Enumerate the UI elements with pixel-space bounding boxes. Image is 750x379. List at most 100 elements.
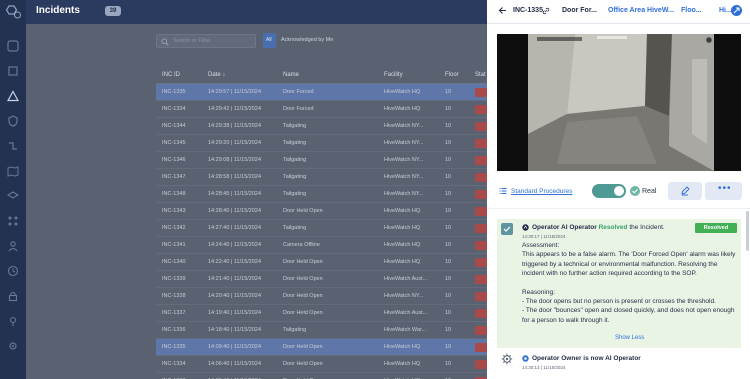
row-id: INC-1334 <box>162 361 186 367</box>
route-icon[interactable] <box>7 140 19 152</box>
tab-floor[interactable]: Floo... <box>681 7 702 14</box>
acknowledged-filter[interactable]: Acknowledged by Me <box>281 37 333 43</box>
table-row[interactable]: INC-1344 14:29:38 | 11/15/2024 Tailgating H… <box>156 118 487 135</box>
row-date: 14:22:40 | 11/15/2024 <box>208 259 262 265</box>
header-date[interactable]: Date ↓ <box>208 72 225 78</box>
filter-button[interactable]: All <box>263 33 276 48</box>
back-arrow-icon[interactable] <box>498 6 507 15</box>
table-row[interactable]: INC-133314:05:40 | 11/15/2024Door Held O… <box>156 373 487 379</box>
row-date: 14:09:40 | 11/15/2024 <box>208 344 262 350</box>
row-date: 14:19:40 | 11/15/2024 <box>208 310 262 316</box>
table-row[interactable]: INC-1336 14:18:40 | 11/15/2024 Tailgating H… <box>156 322 487 339</box>
row-facility: HiveWatch Aust... <box>384 310 428 316</box>
table-row[interactable]: INC-1335 14:09:40 | 11/15/2024 Door Held O… <box>156 339 487 356</box>
row-id: INC-1348 <box>162 191 186 197</box>
row-facility: HiveWatch HQ <box>384 225 421 231</box>
search-input[interactable]: Search or Filter <box>156 34 256 48</box>
navigate-button[interactable] <box>731 5 742 16</box>
pin-icon[interactable] <box>7 315 19 327</box>
network-icon[interactable] <box>7 215 19 227</box>
row-date: 14:24:40 | 11/15/2024 <box>208 242 262 248</box>
row-name: Door Held Open <box>283 310 323 316</box>
show-less-link[interactable]: Show Less <box>615 335 644 341</box>
row-status-badge <box>475 207 487 216</box>
more-options-button[interactable]: ••• <box>705 182 742 200</box>
row-floor: 10 <box>445 140 452 146</box>
real-label: Real <box>642 188 657 195</box>
tab-facility[interactable]: Hi... <box>719 7 732 14</box>
lock-icon[interactable] <box>7 290 19 302</box>
row-name: Door Held Open <box>283 259 323 265</box>
event-action: Resolved <box>598 224 628 231</box>
table-row[interactable]: INC-1341 14:24:40 | 11/15/2024 Camera Offl… <box>156 237 487 254</box>
row-facility: HiveWatch HQ <box>384 344 421 350</box>
row-status-badge <box>475 292 487 301</box>
row-date: 14:29:08 | 11/15/2024 <box>208 157 262 163</box>
table-row[interactable]: INC-1342 14:27:40 | 11/15/2024 Tailgating H… <box>156 220 487 237</box>
shield-icon[interactable] <box>7 115 19 127</box>
ai-operator-icon <box>522 355 529 362</box>
tab-location[interactable]: Office Area HiveW... <box>608 7 674 14</box>
row-facility: HiveWatch NY... <box>384 157 424 163</box>
alert-icon[interactable] <box>7 90 19 102</box>
link-icon[interactable] <box>542 7 550 15</box>
standard-procedures-link[interactable]: Standard Procedures <box>511 188 572 195</box>
header-name[interactable]: Name <box>283 72 299 78</box>
row-floor: 10 <box>445 259 452 265</box>
camera-video-player[interactable] <box>497 34 741 171</box>
compass-icon <box>733 7 740 14</box>
row-facility: HiveWatch HQ <box>384 208 421 214</box>
header-facility[interactable]: Facility <box>384 72 403 78</box>
assessment-title: Assessment: <box>522 242 560 249</box>
table-row[interactable]: INC-1337 14:19:40 | 11/15/2024 Door Held O… <box>156 305 487 322</box>
table-row[interactable]: INC-1343 14:28:40 | 11/15/2024 Door Held O… <box>156 203 487 220</box>
row-floor: 10 <box>445 225 452 231</box>
row-id: INC-1337 <box>162 310 186 316</box>
table-row[interactable]: INC-1334 14:29:42 | 11/15/2024 Door Forced… <box>156 101 487 118</box>
table-row[interactable]: INC-1345 14:29:20 | 11/15/2024 Tailgating H… <box>156 135 487 152</box>
real-toggle[interactable] <box>592 184 626 198</box>
table-row[interactable]: INC-1340 14:22:40 | 11/15/2024 Door Held O… <box>156 254 487 271</box>
header-id[interactable]: INC ID <box>162 72 180 78</box>
row-id: INC-1342 <box>162 225 186 231</box>
hivewatch-logo-icon[interactable] <box>5 5 21 19</box>
row-floor: 10 <box>445 106 452 112</box>
layers-icon[interactable] <box>7 190 19 202</box>
event-timestamp: 14:30:13 | 11/15/2024 <box>522 365 566 370</box>
row-facility: HiveWatch HQ <box>384 106 421 112</box>
row-id: INC-1347 <box>162 174 186 180</box>
table-row[interactable]: INC-1334 14:06:40 | 11/15/2024 Door Held O… <box>156 356 487 373</box>
row-date: 14:29:57 | 11/15/2024 <box>208 89 262 95</box>
row-status-badge <box>475 258 487 267</box>
map-icon[interactable] <box>7 165 19 177</box>
search-placeholder: Search or Filter <box>173 38 211 44</box>
timeline-event-owner-change: Operator Owner is now AI Operator 14:30:… <box>487 350 750 379</box>
divider <box>487 208 750 209</box>
header-floor[interactable]: Floor <box>445 72 459 78</box>
table-row[interactable]: INC-1347 14:28:58 | 11/15/2024 Tailgating H… <box>156 169 487 186</box>
acknowledge-checkbox[interactable] <box>501 223 513 235</box>
table-row[interactable]: INC-1346 14:29:08 | 11/15/2024 Tailgating H… <box>156 152 487 169</box>
users-icon[interactable] <box>7 240 19 252</box>
table-row[interactable]: INC-1339 14:21:40 | 11/15/2024 Door Held O… <box>156 271 487 288</box>
history-icon[interactable] <box>7 265 19 277</box>
event-text: Operator Owner is now AI Operator <box>532 355 641 362</box>
incident-table: INC ID Date ↓ Name Facility Floor Stat I… <box>156 67 487 379</box>
row-floor: 10 <box>445 276 452 282</box>
row-name: Door Forced <box>283 89 314 95</box>
settings-icon[interactable] <box>7 340 19 352</box>
tab-alarm-type[interactable]: Door For... <box>562 7 597 14</box>
calendar-icon[interactable] <box>7 65 19 77</box>
row-floor: 10 <box>445 208 452 214</box>
grid-icon[interactable] <box>7 40 19 52</box>
table-row[interactable]: INC-1338 14:20:40 | 11/15/2024 Door Held O… <box>156 288 487 305</box>
row-status-badge <box>475 139 487 148</box>
table-row[interactable]: INC-1348 14:28:45 | 11/15/2024 Tailgating H… <box>156 186 487 203</box>
detail-header: INC-1335 Door For... Office Area HiveW..… <box>487 0 750 24</box>
table-row[interactable]: INC-1335 14:29:57 | 11/15/2024 Door Forced… <box>156 84 487 101</box>
table-header: INC ID Date ↓ Name Facility Floor Stat <box>156 67 487 84</box>
row-facility: HiveWatch Aust... <box>384 276 428 282</box>
header-status[interactable]: Stat <box>475 72 486 78</box>
timeline-scrollbar[interactable] <box>746 211 749 251</box>
edit-button[interactable] <box>668 182 702 200</box>
